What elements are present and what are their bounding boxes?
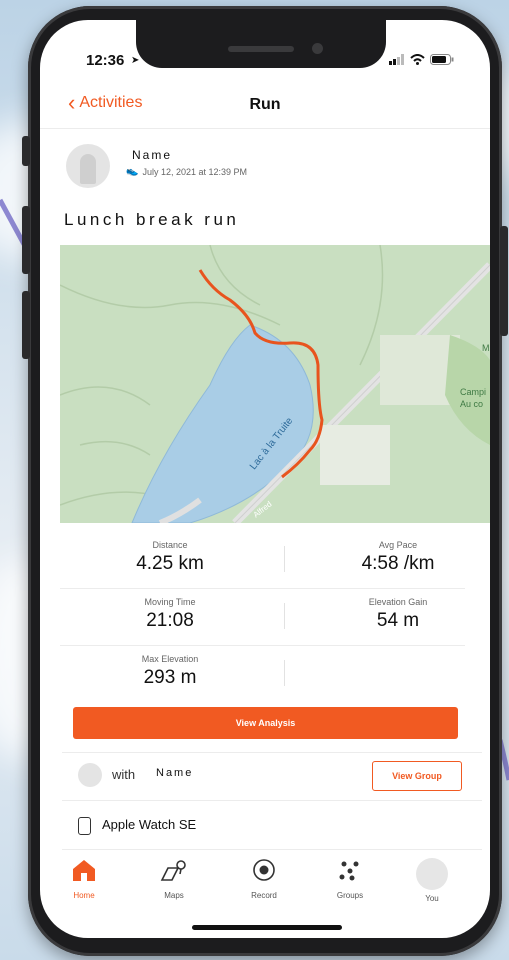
- tab-maps[interactable]: Maps: [144, 858, 204, 900]
- device-name: Apple Watch SE: [102, 817, 197, 832]
- signal-icon: [389, 54, 404, 65]
- stat-value: 54 m: [376, 610, 420, 631]
- stat-value: 293 m: [143, 667, 197, 688]
- battery-icon: [430, 54, 454, 65]
- map-icon: [160, 860, 186, 881]
- map-canvas: Campi Au co M Lac à la Truite Alfred: [60, 245, 490, 523]
- group-avatar[interactable]: [78, 763, 102, 787]
- home-icon: [73, 860, 95, 881]
- tab-label: Groups: [336, 891, 364, 900]
- tab-home[interactable]: Home: [54, 858, 114, 900]
- stat-max-elevation: Max Elevation 293 m: [80, 654, 260, 689]
- view-analysis-button[interactable]: View Analysis: [73, 707, 458, 739]
- stat-value: 4:58 /km: [361, 553, 435, 574]
- view-group-button[interactable]: View Group: [372, 761, 462, 791]
- tab-label: Record: [251, 891, 277, 900]
- stat-label: Distance: [152, 540, 188, 550]
- stat-moving-time: Moving Time 21:08: [80, 597, 260, 632]
- with-label: with: [112, 767, 136, 782]
- stat-row: Max Elevation 293 m: [60, 646, 465, 702]
- stat-label: Max Elevation: [141, 654, 199, 664]
- stats-grid: Distance 4.25 km Avg Pace 4:58 /km Movin…: [60, 532, 465, 702]
- stat-avg-pace: Avg Pace 4:58 /km: [308, 540, 488, 575]
- profile-icon: [416, 858, 448, 890]
- shoe-icon: 👟: [126, 166, 139, 177]
- activity-meta: 👟 July 12, 2021 at 12:39 PM: [126, 166, 247, 177]
- tab-label: You: [425, 894, 439, 903]
- page-title: Run: [249, 96, 281, 113]
- home-indicator: [192, 925, 342, 930]
- device-row: Apple Watch SE: [62, 800, 482, 850]
- stat-row: Distance 4.25 km Avg Pace 4:58 /km: [60, 532, 465, 589]
- watch-icon: [78, 817, 91, 835]
- stat-label: Elevation Gain: [368, 597, 428, 607]
- athlete-name[interactable]: Name: [132, 148, 172, 162]
- location-arrow-icon: ➤: [131, 55, 140, 66]
- map-place-label-3: M: [482, 343, 490, 353]
- stat-value: 4.25 km: [136, 553, 204, 574]
- tab-label: Home: [73, 891, 95, 900]
- tab-bar: Home Maps Record Groups You: [40, 850, 490, 918]
- athlete-avatar[interactable]: [66, 144, 110, 188]
- group-member-name[interactable]: Name: [156, 767, 193, 779]
- stat-label: Moving Time: [144, 597, 196, 607]
- tab-label: Maps: [164, 891, 184, 900]
- tab-groups[interactable]: Groups: [320, 858, 380, 900]
- tab-you[interactable]: You: [402, 858, 462, 903]
- stat-label: Avg Pace: [378, 540, 418, 550]
- stat-row: Moving Time 21:08 Elevation Gain 54 m: [60, 589, 465, 646]
- map-place-label-1: Campi: [460, 387, 486, 397]
- status-time: 12:36: [86, 52, 125, 69]
- tab-record[interactable]: Record: [234, 858, 294, 900]
- map-place-label-2: Au co: [460, 399, 483, 409]
- activity-header: Name 👟 July 12, 2021 at 12:39 PM: [62, 144, 472, 204]
- stat-elevation-gain: Elevation Gain 54 m: [308, 597, 488, 632]
- group-row: with Name View Group: [62, 752, 482, 799]
- groups-icon: [339, 861, 359, 881]
- activity-title: Lunch break run: [64, 210, 240, 229]
- record-icon: [253, 859, 275, 881]
- wifi-icon: [410, 54, 425, 65]
- stat-value: 21:08: [146, 610, 194, 631]
- stat-distance: Distance 4.25 km: [80, 540, 260, 575]
- notch: [136, 20, 386, 68]
- route-map[interactable]: Campi Au co M Lac à la Truite Alfred: [60, 245, 490, 523]
- navigation-bar: ‹ Activities Run: [40, 88, 490, 129]
- phone-screen: 12:36 ➤ ‹ Activities Run Name 👟 July 12,…: [40, 20, 490, 938]
- activity-date: July 12, 2021 at 12:39 PM: [142, 166, 248, 177]
